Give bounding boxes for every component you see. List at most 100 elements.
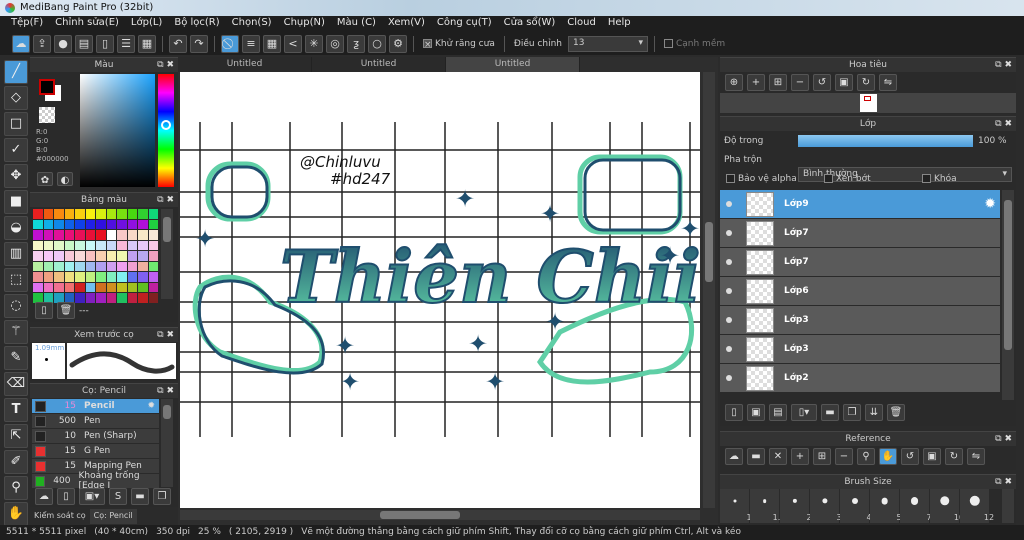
palette-swatch[interactable]: [64, 282, 74, 292]
palette-swatch[interactable]: [54, 209, 64, 219]
hue-slider[interactable]: [158, 74, 174, 187]
palette-swatch[interactable]: [138, 251, 148, 261]
add-brush-menu-icon[interactable]: ▣▾: [79, 488, 105, 505]
menu-select[interactable]: Chọn(S): [227, 16, 279, 32]
hand-icon[interactable]: ✋: [879, 448, 897, 465]
new-brush-icon[interactable]: ▯: [57, 488, 75, 505]
palette-swatch[interactable]: [148, 230, 158, 240]
palette-swatch[interactable]: [54, 230, 64, 240]
palette-swatch[interactable]: [96, 240, 106, 250]
palette-swatch[interactable]: [64, 230, 74, 240]
radial-snap-icon[interactable]: ✳: [305, 34, 323, 53]
document-tab-active[interactable]: Untitled: [446, 57, 580, 72]
brush-size-option[interactable]: 4: [840, 489, 872, 523]
menu-help[interactable]: Help: [603, 16, 638, 32]
color-picker-icon[interactable]: ◐: [57, 172, 73, 186]
menu-tools[interactable]: Công cụ(T): [432, 16, 499, 32]
brush-size-option[interactable]: 3: [810, 489, 842, 523]
palette-swatch[interactable]: [138, 230, 148, 240]
palette-swatch[interactable]: [148, 209, 158, 219]
palette-swatch[interactable]: [117, 240, 127, 250]
palette-icon[interactable]: ✿: [37, 172, 53, 186]
saturation-value-picker[interactable]: [80, 74, 155, 187]
select-pen-tool-icon[interactable]: ✎: [4, 346, 28, 370]
reset-rotation-icon[interactable]: ▣: [923, 448, 941, 465]
brush-item[interactable]: 15 G Pen: [32, 444, 159, 459]
palette-swatch[interactable]: [117, 219, 127, 229]
palette-swatch[interactable]: [43, 251, 53, 261]
redo-icon[interactable]: ↷: [190, 34, 208, 53]
delete-layer-icon[interactable]: 🗑: [887, 404, 905, 421]
visibility-icon[interactable]: [726, 288, 732, 294]
palette-swatch[interactable]: [138, 219, 148, 229]
eraser-tool-icon[interactable]: ◇: [4, 86, 28, 110]
eyedropper-icon[interactable]: ⚲: [857, 448, 875, 465]
palette-swatch[interactable]: [148, 261, 158, 271]
panel-float-close-icon[interactable]: ⧉ ✖: [157, 328, 174, 343]
brush-item[interactable]: 500 Pen: [32, 414, 159, 429]
palette-swatch[interactable]: [54, 272, 64, 282]
layer-item[interactable]: Lớp2: [720, 364, 1000, 393]
grid-snap-icon[interactable]: ▦: [263, 34, 281, 53]
palette-swatch[interactable]: [75, 282, 85, 292]
antialias-checkbox[interactable]: ×: [423, 38, 432, 50]
menu-view[interactable]: Xem(V): [383, 16, 432, 32]
brush-item[interactable]: 400 Khoảng trống [Edge I: [32, 471, 159, 491]
visibility-icon[interactable]: [726, 259, 732, 265]
lock-toggle[interactable]: Khóa: [922, 174, 957, 184]
rotate-right-icon[interactable]: ↻: [857, 74, 875, 91]
polyline-tool-icon[interactable]: ✓: [4, 138, 28, 162]
palette-swatch[interactable]: [54, 261, 64, 271]
palette-swatch[interactable]: [106, 272, 116, 282]
zoom-in-icon[interactable]: +: [747, 74, 765, 91]
layer-item[interactable]: Lớp3: [720, 335, 1000, 364]
palette-swatch[interactable]: [117, 293, 127, 303]
fit-view-icon[interactable]: ⊞: [813, 448, 831, 465]
visibility-icon[interactable]: [726, 346, 732, 352]
menu-snap[interactable]: Chụp(N): [279, 16, 332, 32]
adjust-select[interactable]: 13: [567, 35, 648, 52]
layer-folder-icon[interactable]: ▬: [821, 404, 839, 421]
brush-size-option[interactable]: 7: [900, 489, 932, 523]
zoom-in-icon[interactable]: +: [791, 448, 809, 465]
palette-swatch[interactable]: [106, 293, 116, 303]
parallel-snap-icon[interactable]: ≡: [242, 34, 260, 53]
comment-icon[interactable]: ●: [54, 34, 72, 53]
layer-item[interactable]: Lớp7: [720, 248, 1000, 277]
palette-swatch[interactable]: [117, 282, 127, 292]
palette-swatch[interactable]: [148, 251, 158, 261]
tab-brush-control[interactable]: Kiểm soát cọ: [30, 509, 90, 524]
palette-swatch[interactable]: [43, 272, 53, 282]
panel-float-close-icon[interactable]: ⧉ ✖: [995, 58, 1012, 73]
protect-alpha-toggle[interactable]: Bảo vệ alpha: [726, 174, 797, 184]
brush-size-option[interactable]: 1.5: [750, 489, 785, 523]
palette-swatch[interactable]: [54, 219, 64, 229]
palette-swatch[interactable]: [75, 219, 85, 229]
brush-item[interactable]: 10 Pen (Sharp): [32, 429, 159, 444]
rotate-left-icon[interactable]: ↺: [901, 448, 919, 465]
layer-settings-icon[interactable]: ✹: [984, 196, 996, 212]
palette-swatch[interactable]: [43, 240, 53, 250]
divide-tool-icon[interactable]: ✐: [4, 450, 28, 474]
reset-rotation-icon[interactable]: ▣: [835, 74, 853, 91]
gradient-tool-icon[interactable]: ▥: [4, 242, 28, 266]
palette-swatch[interactable]: [85, 240, 95, 250]
new-1bit-layer-icon[interactable]: ▤: [769, 404, 787, 421]
palette-swatch[interactable]: [96, 230, 106, 240]
move-tool-icon[interactable]: ✥: [4, 164, 28, 188]
rotate-right-icon[interactable]: ↻: [945, 448, 963, 465]
brush-item[interactable]: 15 Pencil ✹: [32, 399, 159, 414]
brush-tool-icon[interactable]: ╱: [4, 60, 28, 84]
visibility-icon[interactable]: [726, 201, 732, 207]
palette-swatch[interactable]: [96, 282, 106, 292]
antialias-toggle[interactable]: × Khử răng cưa: [423, 38, 495, 50]
brush-scrollbar[interactable]: [161, 399, 173, 487]
brush-size-option[interactable]: 2: [780, 489, 812, 523]
delete-palette-icon[interactable]: 🗑: [57, 302, 75, 319]
export-icon[interactable]: ⇪: [33, 34, 51, 53]
soft-edge-checkbox[interactable]: [663, 38, 673, 48]
panel-float-close-icon[interactable]: ⧉ ✖: [157, 384, 174, 399]
palette-swatch[interactable]: [117, 272, 127, 282]
palette-swatch[interactable]: [106, 282, 116, 292]
scroll-thumb[interactable]: [163, 217, 171, 242]
